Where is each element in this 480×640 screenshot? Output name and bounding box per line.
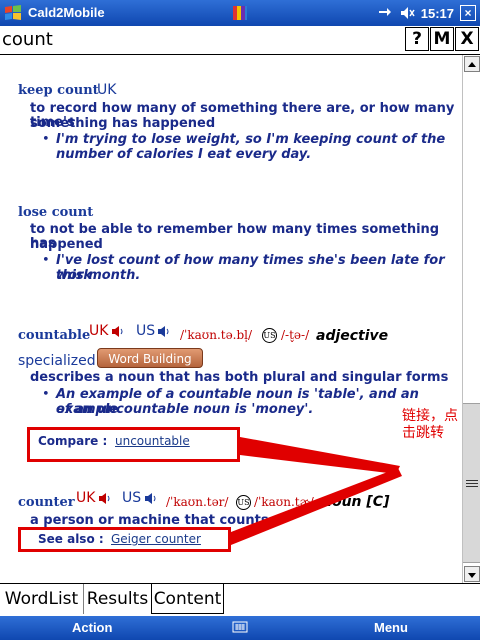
m-button[interactable]: M <box>430 27 454 51</box>
headword-keep-count: keep count <box>18 83 99 98</box>
us-pron-label: US <box>136 323 156 339</box>
scroll-up-button[interactable] <box>464 56 480 72</box>
tab-results[interactable]: Results <box>84 584 152 614</box>
search-input[interactable] <box>0 27 404 51</box>
part-of-speech: noun [C] <box>322 494 390 510</box>
scroll-thumb[interactable] <box>463 403 480 563</box>
title-bar: Cald2Mobile 15:17 × <box>0 0 480 26</box>
search-bar: ? M X <box>0 26 480 55</box>
definition-line: something has happened <box>30 116 216 131</box>
app-title: Cald2Mobile <box>28 5 105 20</box>
uk-speaker-icon[interactable] <box>98 492 111 505</box>
definition-line: a person or machine that counts <box>30 513 269 528</box>
annotation-note: 链接，点击跳转 <box>402 408 458 441</box>
annotation-box-see-also <box>18 527 231 552</box>
definition-line: happened <box>30 237 103 252</box>
volume-icon[interactable] <box>399 5 415 21</box>
bullet: • <box>42 387 50 402</box>
region-label: UK <box>97 82 117 98</box>
headword-counter: counter <box>18 495 75 510</box>
us-pron-label: US <box>122 490 142 506</box>
close-search-button[interactable]: X <box>455 27 479 51</box>
us-circle-badge: US <box>236 495 251 510</box>
grip-icon <box>466 478 478 487</box>
clock[interactable]: 15:17 <box>421 6 454 21</box>
arrow-down-icon <box>468 573 476 578</box>
word-building-button[interactable]: Word Building <box>97 348 203 368</box>
dictionary-book-icon[interactable] <box>231 4 249 22</box>
tab-bar: WordList Results Content <box>0 583 480 616</box>
tab-wordlist[interactable]: WordList <box>0 584 84 614</box>
ipa-uk: /ˈkaʊn.tə.bl̩/ <box>180 328 253 342</box>
arrow-up-icon <box>468 62 476 67</box>
keyboard-icon[interactable] <box>232 619 248 635</box>
us-speaker-icon[interactable] <box>157 325 170 338</box>
dictionary-content[interactable]: keep count UK to record how many of some… <box>0 55 461 583</box>
bullet: • <box>42 132 50 147</box>
soft-key-bar: Action Menu <box>0 616 480 640</box>
example-line: of an uncountable noun is 'money'. <box>56 402 314 417</box>
us-speaker-icon[interactable] <box>144 492 157 505</box>
uk-speaker-icon[interactable] <box>111 325 124 338</box>
ipa-us: /ˈkaʊn.t̬ɚ/ <box>254 495 314 509</box>
close-app-button[interactable]: × <box>460 5 476 21</box>
help-button[interactable]: ? <box>405 27 429 51</box>
scroll-down-button[interactable] <box>464 566 480 582</box>
tab-content[interactable]: Content <box>151 584 224 614</box>
menu-softkey[interactable]: Menu <box>374 620 408 635</box>
example-line: this month. <box>56 268 141 283</box>
bullet: • <box>42 253 50 268</box>
example-line: number of calories I eat every day. <box>56 147 312 162</box>
uk-pron-label: UK <box>89 323 109 339</box>
example-line: I'm trying to lose weight, so I'm keepin… <box>56 132 446 147</box>
us-circle-badge: US <box>262 328 277 343</box>
windows-start-icon[interactable] <box>2 3 24 23</box>
register-label: specialized <box>18 353 96 369</box>
ipa-us: /-t̬ə-/ <box>281 328 310 342</box>
connectivity-icon[interactable] <box>377 5 393 21</box>
annotation-box-compare <box>27 427 240 462</box>
headword-countable: countable <box>18 328 91 343</box>
uk-pron-label: UK <box>76 490 96 506</box>
vertical-scrollbar[interactable] <box>462 55 480 583</box>
action-softkey[interactable]: Action <box>72 620 112 635</box>
system-tray: 15:17 × <box>377 4 476 22</box>
ipa-uk: /ˈkaʊn.tər/ <box>166 495 229 509</box>
part-of-speech: adjective <box>316 328 389 344</box>
definition-line: describes a noun that has both plural an… <box>30 370 449 385</box>
headword-lose-count: lose count <box>18 205 94 220</box>
